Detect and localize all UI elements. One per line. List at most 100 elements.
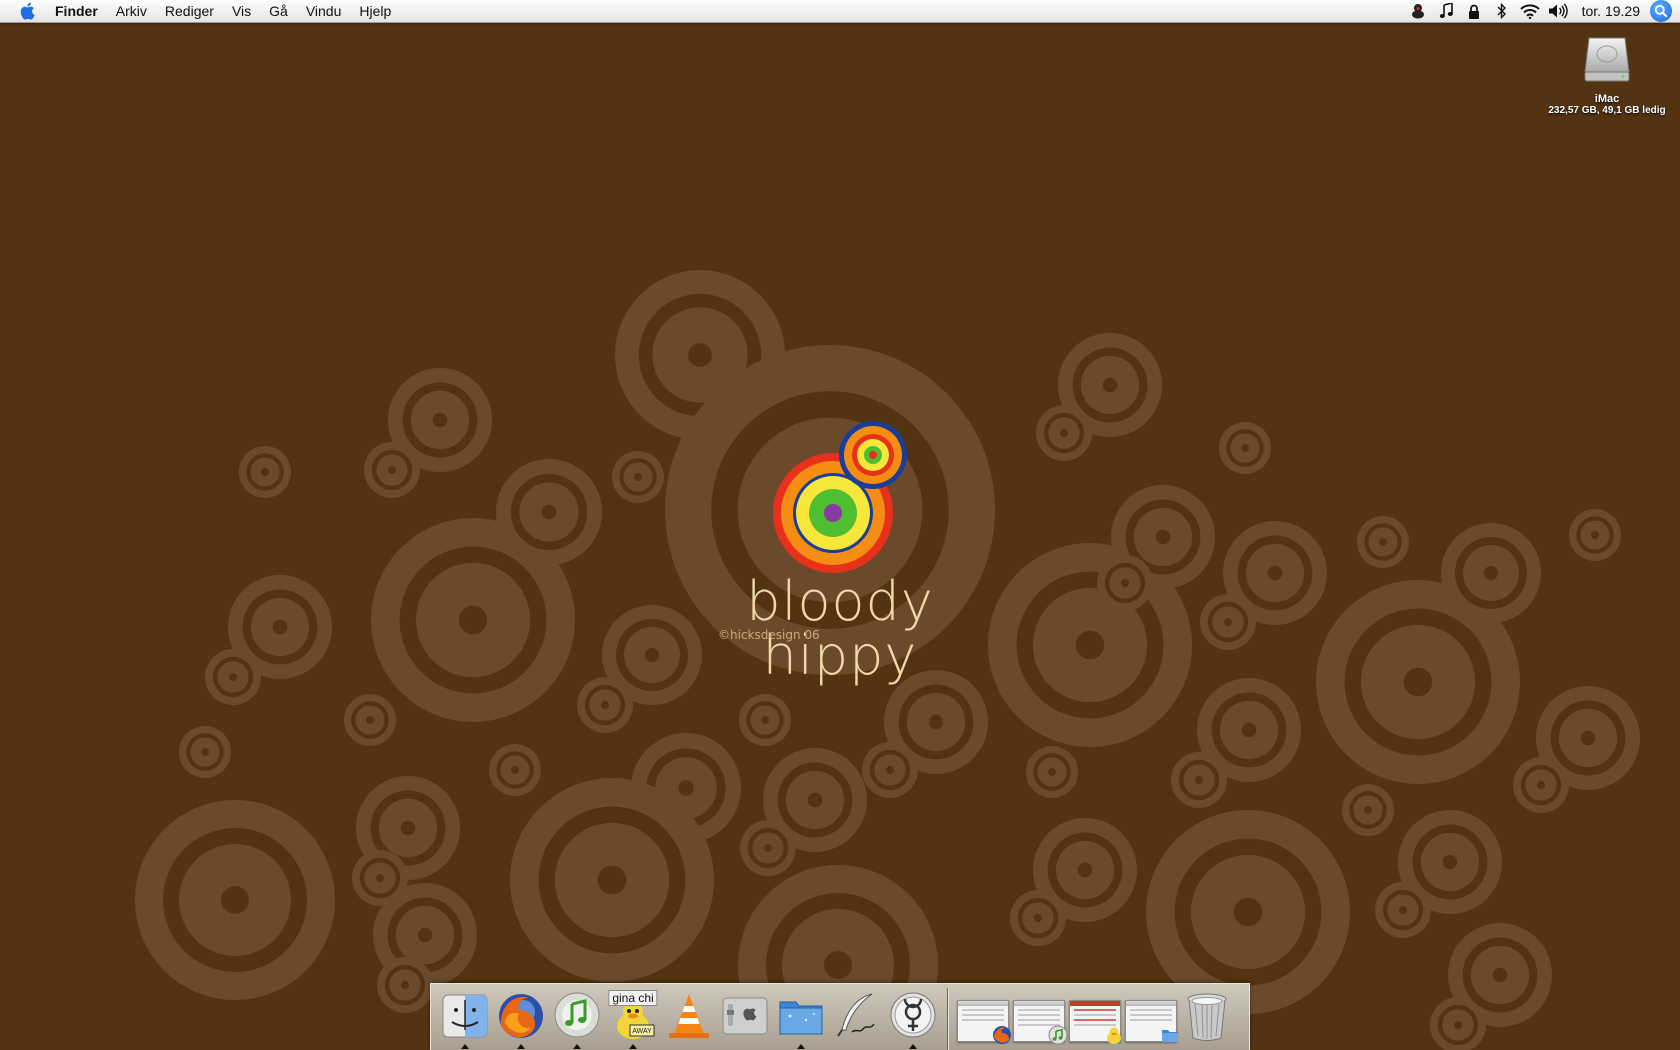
wallpaper-ring-center xyxy=(1233,897,1263,927)
svg-text:AWAY: AWAY xyxy=(632,1028,652,1035)
wallpaper-ring-center xyxy=(1241,722,1257,738)
wallpaper-ring-center xyxy=(688,343,712,367)
wallpaper-ring-center xyxy=(1241,444,1249,452)
window-thumbnail-firefox-icon xyxy=(957,1000,1011,1044)
wallpaper-ring-center xyxy=(1155,529,1171,545)
wallpaper-ring-center xyxy=(366,716,374,724)
wallpaper-ring-center xyxy=(1492,967,1508,983)
volume-icon xyxy=(1548,3,1568,19)
quill-icon xyxy=(837,993,875,1037)
folder-icon xyxy=(779,1001,823,1035)
running-indicator xyxy=(909,1044,917,1049)
wallpaper-logo-icon xyxy=(773,421,907,573)
dock-minimized-adium[interactable] xyxy=(1068,988,1122,1050)
bluetooth-status[interactable] xyxy=(1492,1,1512,21)
wallpaper-ring-center xyxy=(764,844,772,852)
wallpaper-ring-center xyxy=(376,874,384,882)
dock-minimized-firefox[interactable] xyxy=(956,988,1011,1050)
menu-ga[interactable]: Gå xyxy=(260,0,297,22)
wallpaper-ring-center xyxy=(201,748,209,756)
dock-minimized-itunes[interactable] xyxy=(1012,988,1068,1050)
menu-arkiv[interactable]: Arkiv xyxy=(107,0,156,22)
itunes-icon xyxy=(554,992,600,1038)
spotlight-button[interactable] xyxy=(1650,0,1672,22)
wallpaper-ring-center xyxy=(1484,566,1498,580)
wallpaper-ring-center xyxy=(601,701,609,709)
wallpaper-ring-center xyxy=(541,504,557,520)
wallpaper-ring-center xyxy=(645,648,659,662)
volume-status[interactable] xyxy=(1548,1,1568,21)
wallpaper-ring-center xyxy=(511,766,519,774)
apple-menu[interactable] xyxy=(17,1,37,21)
wallpaper-ring-center xyxy=(1195,776,1203,784)
wallpaper-ring-center xyxy=(761,716,769,724)
firefox-icon xyxy=(499,994,543,1038)
menu-vindu[interactable]: Vindu xyxy=(297,0,351,22)
dock: gina chi AWAY xyxy=(430,983,1250,1050)
wallpaper-ring-center xyxy=(1442,854,1458,870)
desktop-drive-imac[interactable]: iMac 232,57 GB, 49,1 GB ledig xyxy=(1542,34,1672,116)
finder-icon xyxy=(442,994,488,1038)
wallpaper-ring-center xyxy=(1364,806,1372,814)
window-thumbnail-adium-icon xyxy=(1069,1000,1121,1044)
wallpaper-ring-center xyxy=(1034,914,1042,922)
menu-finder[interactable]: Finder xyxy=(55,0,107,22)
wallpaper-ring-center xyxy=(1075,630,1105,660)
wallpaper-ring-center xyxy=(1060,429,1068,437)
wallpaper-ring-center xyxy=(1537,781,1545,789)
menu-clock[interactable]: tor. 19.29 xyxy=(1582,3,1640,19)
wallpaper-ring-center xyxy=(1102,377,1118,393)
wallpaper-ring-center xyxy=(1048,768,1056,776)
bluetooth-icon xyxy=(1497,3,1506,19)
dock-item-desktop-folder[interactable] xyxy=(774,988,828,1050)
dock-minimized-finder[interactable] xyxy=(1124,988,1178,1050)
lock-icon xyxy=(1468,4,1479,19)
dock-item-trash[interactable] xyxy=(1180,988,1234,1050)
keychain-status[interactable] xyxy=(1464,1,1484,21)
wallpaper-credit: ©hicksdesign 06 xyxy=(718,628,820,642)
drive-name: iMac xyxy=(1594,93,1620,105)
wallpaper-ring-center xyxy=(634,473,642,481)
running-indicator xyxy=(629,1044,637,1049)
adium-status[interactable] xyxy=(1408,1,1428,21)
mercury-symbol-icon xyxy=(890,992,936,1038)
wallpaper-ring-center xyxy=(261,468,269,476)
wallpaper-ring-center xyxy=(678,780,694,796)
running-indicator xyxy=(797,1044,805,1049)
wallpaper-ring-center xyxy=(1399,906,1407,914)
itunes-status[interactable] xyxy=(1436,1,1456,21)
dock-item-script-editor[interactable] xyxy=(830,988,884,1050)
dock-item-adium[interactable]: gina chi AWAY xyxy=(606,988,660,1050)
wallpaper-ring-center xyxy=(807,792,823,808)
wallpaper-ring-center xyxy=(1224,618,1232,626)
wallpaper-ring-center xyxy=(388,466,396,474)
wallpaper-ring-center xyxy=(928,714,944,730)
dock-item-firefox[interactable] xyxy=(494,988,548,1050)
dock-item-itunes[interactable] xyxy=(550,988,604,1050)
wallpaper-ring-center xyxy=(1077,862,1093,878)
dock-item-vlc[interactable] xyxy=(662,988,716,1050)
dock-item-transmission[interactable] xyxy=(886,988,940,1050)
dock-item-finder[interactable] xyxy=(438,988,492,1050)
wallpaper-ring-center xyxy=(1121,579,1129,587)
dock-item-system-preferences[interactable] xyxy=(718,988,772,1050)
folder-badge-icon xyxy=(1162,1030,1178,1042)
itunes-badge-icon xyxy=(1048,1025,1068,1045)
system-preferences-icon xyxy=(722,997,768,1035)
drive-info: 232,57 GB, 49,1 GB ledig xyxy=(1548,105,1666,116)
menu-vis[interactable]: Vis xyxy=(223,0,260,22)
wallpaper-ring-center xyxy=(432,412,448,428)
wallpaper-ring-center xyxy=(1591,531,1599,539)
menu-hjelp[interactable]: Hjelp xyxy=(350,0,400,22)
wifi-status[interactable] xyxy=(1519,1,1540,21)
wallpaper-ring-center xyxy=(458,605,488,635)
wallpaper-ring-center xyxy=(1379,538,1387,546)
menu-rediger[interactable]: Rediger xyxy=(156,0,223,22)
wallpaper-ring-center xyxy=(400,820,416,836)
wallpaper-ring-center xyxy=(417,927,433,943)
window-thumbnail-finder-icon xyxy=(1125,1000,1178,1042)
hard-drive-icon xyxy=(1584,37,1630,82)
music-note-icon xyxy=(1439,3,1453,18)
dock-separator[interactable] xyxy=(947,988,949,1050)
firefox-badge-icon xyxy=(993,1026,1011,1044)
